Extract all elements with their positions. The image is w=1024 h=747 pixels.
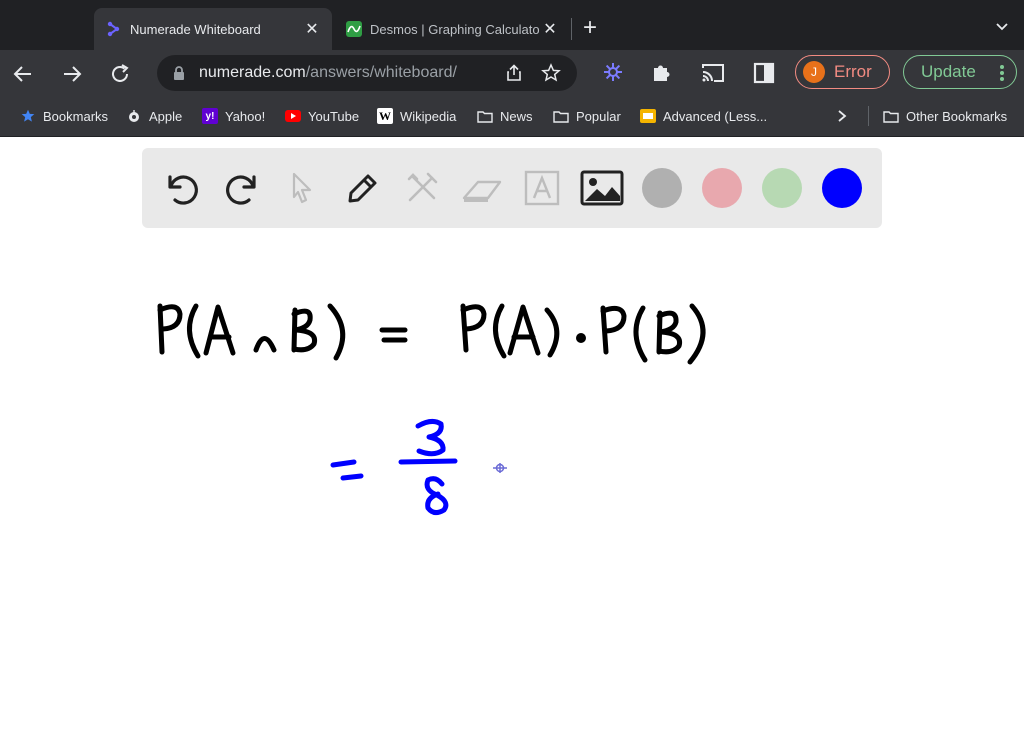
update-label: Update bbox=[921, 62, 976, 81]
extension-sparkle-icon[interactable] bbox=[603, 62, 623, 82]
bookmark-label: Advanced (Less... bbox=[663, 108, 768, 124]
folder-icon bbox=[883, 108, 899, 124]
extensions-puzzle-icon[interactable] bbox=[650, 62, 672, 84]
bookmarks-bar: Bookmarks Apple y! Yahoo! YouTube W Wiki… bbox=[0, 96, 1024, 137]
bookmark-label: YouTube bbox=[308, 108, 360, 124]
handwritten-equation-line-1 bbox=[157, 303, 706, 365]
tab-desmos[interactable]: Desmos | Graphing Calculator ✕ bbox=[334, 8, 570, 50]
yahoo-icon: y! bbox=[202, 108, 218, 124]
bookmark-label: Yahoo! bbox=[225, 108, 266, 124]
wikipedia-icon: W bbox=[377, 108, 393, 124]
bookmark-yahoo[interactable]: y! Yahoo! bbox=[202, 108, 265, 124]
whiteboard-canvas[interactable] bbox=[0, 138, 1024, 742]
close-tab-icon[interactable]: ✕ bbox=[302, 19, 322, 39]
crosshair-cursor-icon bbox=[493, 463, 507, 473]
bookmark-bookmarks[interactable]: Bookmarks bbox=[20, 108, 108, 124]
bookmark-divider bbox=[868, 106, 869, 126]
chevron-right-icon[interactable] bbox=[836, 109, 848, 123]
bookmark-label: Other Bookmarks bbox=[906, 108, 1008, 124]
handwritten-equation-line-2 bbox=[330, 418, 458, 516]
tab-divider bbox=[571, 18, 572, 40]
desmos-logo-icon bbox=[346, 21, 362, 37]
cast-icon[interactable] bbox=[700, 62, 726, 84]
bookmark-popular-folder[interactable]: Popular bbox=[553, 108, 621, 124]
back-arrow-icon[interactable] bbox=[11, 62, 35, 86]
url-path: /answers/whiteboard/ bbox=[305, 64, 457, 81]
update-button[interactable]: Update bbox=[903, 55, 1017, 89]
tab-numerade-whiteboard[interactable]: Numerade Whiteboard ✕ bbox=[94, 8, 332, 50]
bookmark-label: Bookmarks bbox=[43, 108, 109, 124]
bookmark-advanced[interactable]: Advanced (Less... bbox=[640, 108, 767, 124]
folder-icon bbox=[553, 108, 569, 124]
forward-arrow-icon[interactable] bbox=[60, 62, 84, 86]
bookmark-apple[interactable]: Apple bbox=[126, 108, 182, 124]
avatar: J bbox=[803, 61, 825, 83]
bookmark-wikipedia[interactable]: W Wikipedia bbox=[377, 108, 456, 124]
folder-icon bbox=[477, 108, 493, 124]
profile-status-label: Error bbox=[834, 62, 872, 81]
browser-toolbar: numerade.com/answers/whiteboard/ J Error… bbox=[0, 50, 1024, 96]
more-vert-icon[interactable] bbox=[1000, 64, 1004, 82]
numerade-logo-icon bbox=[106, 21, 122, 37]
bookmark-label: Wikipedia bbox=[400, 108, 457, 124]
side-panel-icon[interactable] bbox=[753, 62, 775, 84]
bookmark-youtube[interactable]: YouTube bbox=[285, 108, 359, 124]
tab-search-chevron-icon[interactable] bbox=[994, 18, 1010, 34]
star-icon bbox=[20, 108, 36, 124]
bookmark-label: Apple bbox=[149, 108, 183, 124]
apple-icon bbox=[126, 108, 142, 124]
bookmark-star-icon[interactable] bbox=[541, 63, 561, 83]
address-bar[interactable]: numerade.com/answers/whiteboard/ bbox=[157, 55, 577, 91]
bookmark-label: News bbox=[500, 108, 533, 124]
bookmark-other-folder[interactable]: Other Bookmarks bbox=[883, 108, 1007, 124]
tab-title: Desmos | Graphing Calculator bbox=[370, 21, 540, 37]
slides-icon bbox=[640, 108, 656, 124]
share-icon[interactable] bbox=[505, 64, 523, 82]
url-text[interactable]: numerade.com/answers/whiteboard/ bbox=[199, 64, 457, 82]
profile-error-button[interactable]: J Error bbox=[795, 55, 890, 89]
tab-title: Numerade Whiteboard bbox=[130, 21, 261, 37]
bookmark-label: Popular bbox=[576, 108, 621, 124]
bookmark-news-folder[interactable]: News bbox=[477, 108, 533, 124]
reload-icon[interactable] bbox=[108, 62, 132, 86]
new-tab-icon[interactable]: + bbox=[583, 14, 597, 42]
youtube-icon bbox=[285, 108, 301, 124]
url-domain: numerade.com bbox=[199, 64, 306, 81]
tab-strip: Numerade Whiteboard ✕ Desmos | Graphing … bbox=[0, 0, 1024, 50]
lock-icon[interactable] bbox=[173, 66, 185, 80]
close-tab-icon[interactable]: ✕ bbox=[540, 19, 560, 39]
